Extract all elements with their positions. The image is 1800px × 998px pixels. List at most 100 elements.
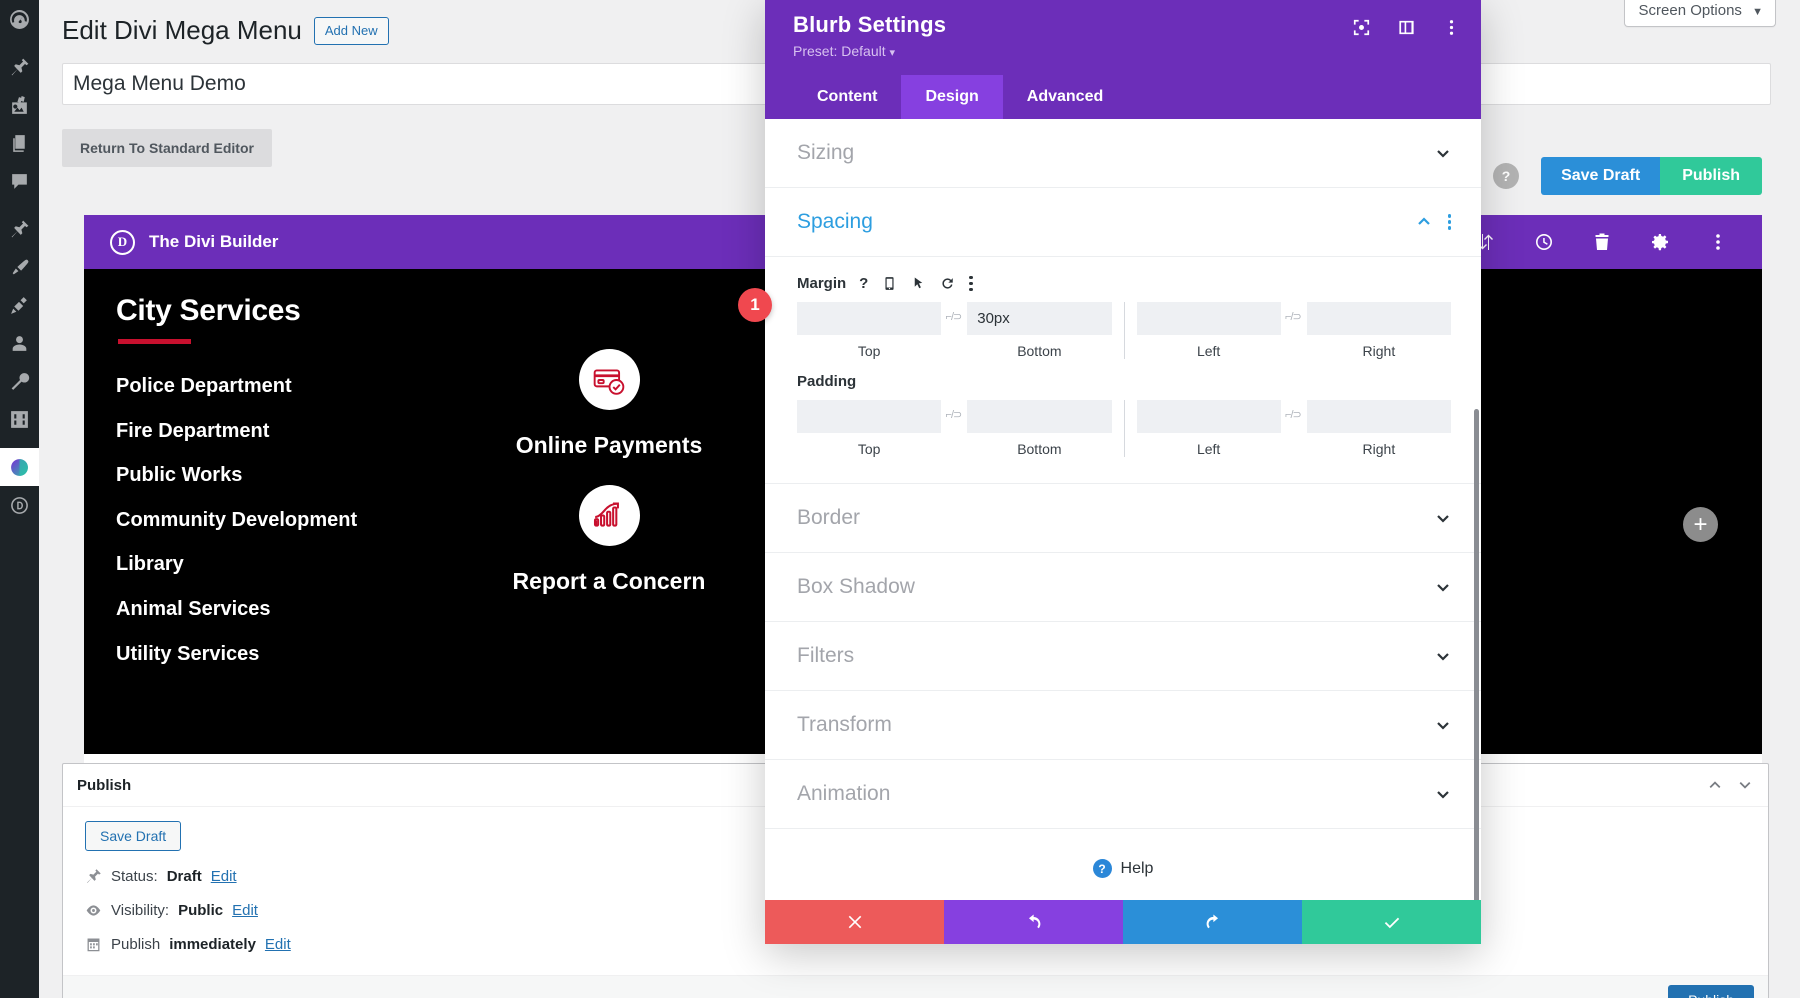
accordion-border[interactable]: Border (765, 484, 1481, 553)
margin-top-caption: Top (797, 343, 941, 359)
kebab-menu-icon[interactable] (1448, 214, 1452, 230)
sidebar-item-appearance[interactable] (0, 248, 39, 286)
help-link[interactable]: ? Help (765, 829, 1481, 900)
save-draft-button[interactable]: Save Draft (1541, 157, 1660, 195)
sidebar-item-comments[interactable] (0, 162, 39, 200)
list-item[interactable]: Animal Services (116, 597, 446, 623)
sidebar-item-divi[interactable] (0, 448, 39, 486)
chevron-down-icon[interactable] (1435, 648, 1451, 664)
add-module-button[interactable]: + (1683, 507, 1718, 542)
kebab-menu-icon[interactable] (1708, 232, 1728, 252)
modal-scrollbar[interactable] (1474, 409, 1479, 900)
sidebar-divider-2 (0, 200, 39, 210)
accordion-label: Spacing (797, 210, 873, 234)
sidebar-item-users[interactable] (0, 324, 39, 362)
margin-left-right: ⌐/⊃ Left Right (1137, 302, 1452, 359)
list-item[interactable]: Fire Department (116, 419, 446, 445)
sidebar-item-media[interactable] (0, 86, 39, 124)
margin-top-input[interactable] (797, 302, 941, 335)
return-to-standard-editor-button[interactable]: Return To Standard Editor (62, 129, 272, 167)
metabox-publish-button[interactable]: Publish (1668, 985, 1754, 998)
screen-options-button[interactable]: Screen Options ▼ (1624, 0, 1776, 27)
chevron-down-icon[interactable] (1435, 145, 1451, 161)
reset-icon[interactable] (940, 276, 955, 291)
visibility-edit-link[interactable]: Edit (232, 902, 258, 919)
trash-icon[interactable] (1592, 232, 1612, 252)
modal-header-top: Blurb Settings Preset: Default ▾ (793, 12, 1461, 59)
gear-icon[interactable] (1650, 232, 1670, 252)
status-edit-link[interactable]: Edit (211, 868, 237, 885)
sidebar-item-plugins[interactable] (0, 286, 39, 324)
padding-bottom-input[interactable] (967, 400, 1111, 433)
list-item[interactable]: Public Works (116, 463, 446, 489)
modal-redo-button[interactable] (1123, 900, 1302, 944)
modal-save-button[interactable] (1302, 900, 1481, 944)
accordion-filters[interactable]: Filters (765, 622, 1481, 691)
list-item[interactable]: Community Development (116, 508, 446, 534)
mobile-icon[interactable] (882, 276, 897, 291)
chevron-up-icon[interactable] (1706, 776, 1724, 794)
accordion-icons (1435, 786, 1451, 802)
modal-cancel-button[interactable] (765, 900, 944, 944)
link-values-icon[interactable]: ⌐/⊃ (1285, 408, 1301, 421)
accordion-box-shadow[interactable]: Box Shadow (765, 553, 1481, 622)
cursor-icon[interactable] (911, 276, 926, 291)
sidebar-item-tools[interactable] (0, 362, 39, 400)
blurb-icon-wrapper (579, 485, 640, 546)
accordion-sizing[interactable]: Sizing (765, 119, 1481, 188)
layout-panel-icon[interactable] (1397, 18, 1416, 37)
modal-header-icons (1352, 12, 1461, 37)
kebab-menu-icon[interactable] (1442, 18, 1461, 37)
publish-date-label: Publish (111, 936, 160, 953)
tab-advanced[interactable]: Advanced (1003, 75, 1127, 119)
dashboard-icon (9, 9, 30, 30)
margin-bottom-input[interactable] (967, 302, 1111, 335)
chevron-down-icon[interactable] (1435, 786, 1451, 802)
padding-top-input[interactable] (797, 400, 941, 433)
sidebar-item-divi-theme[interactable] (0, 486, 39, 524)
padding-left-input[interactable] (1137, 400, 1281, 433)
list-item[interactable]: Police Department (116, 374, 446, 400)
chevron-down-icon[interactable] (1435, 510, 1451, 526)
sidebar-item-dashboard[interactable] (0, 0, 39, 38)
sidebar-divider (0, 38, 39, 48)
modal-preset-selector[interactable]: Preset: Default ▾ (793, 43, 946, 59)
link-values-icon[interactable]: ⌐/⊃ (946, 408, 962, 421)
publish-date-edit-link[interactable]: Edit (265, 936, 291, 953)
tab-content[interactable]: Content (793, 75, 901, 119)
pin-icon (9, 57, 30, 78)
accordion-spacing[interactable]: Spacing (765, 188, 1481, 257)
chevron-down-icon[interactable] (1435, 579, 1451, 595)
chevron-down-icon[interactable] (1435, 717, 1451, 733)
sidebar-item-posts[interactable] (0, 48, 39, 86)
blurb-online-payments[interactable]: Online Payments (484, 349, 734, 459)
sidebar-item-divi-mega-menu[interactable] (0, 210, 39, 248)
add-new-button[interactable]: Add New (314, 17, 389, 45)
margin-left-input[interactable] (1137, 302, 1281, 335)
accordion-animation[interactable]: Animation (765, 760, 1481, 829)
expand-icon[interactable] (1352, 18, 1371, 37)
question-icon[interactable]: ? (859, 276, 868, 291)
link-values-icon[interactable]: ⌐/⊃ (946, 310, 962, 323)
list-item[interactable]: Library (116, 552, 446, 578)
history-clock-icon[interactable] (1534, 232, 1554, 252)
divi-logo-icon: D (110, 230, 135, 255)
list-item[interactable]: Utility Services (116, 642, 446, 668)
kebab-menu-icon[interactable] (969, 276, 972, 291)
link-values-icon[interactable]: ⌐/⊃ (1285, 310, 1301, 323)
sidebar-item-settings[interactable] (0, 400, 39, 438)
question-icon[interactable]: ? (1493, 163, 1519, 189)
tab-design[interactable]: Design (901, 75, 1002, 119)
margin-right-input[interactable] (1307, 302, 1451, 335)
padding-right-input[interactable] (1307, 400, 1451, 433)
accordion-icons (1435, 510, 1451, 526)
chevron-up-icon[interactable] (1416, 214, 1432, 230)
chevron-down-icon[interactable] (1736, 776, 1754, 794)
margin-left-caption: Left (1137, 343, 1281, 359)
blurb-report-a-concern[interactable]: Report a Concern (484, 485, 734, 595)
sidebar-item-pages[interactable] (0, 124, 39, 162)
publish-button[interactable]: Publish (1660, 157, 1762, 195)
metabox-save-draft-button[interactable]: Save Draft (85, 821, 181, 851)
accordion-transform[interactable]: Transform (765, 691, 1481, 760)
modal-undo-button[interactable] (944, 900, 1123, 944)
